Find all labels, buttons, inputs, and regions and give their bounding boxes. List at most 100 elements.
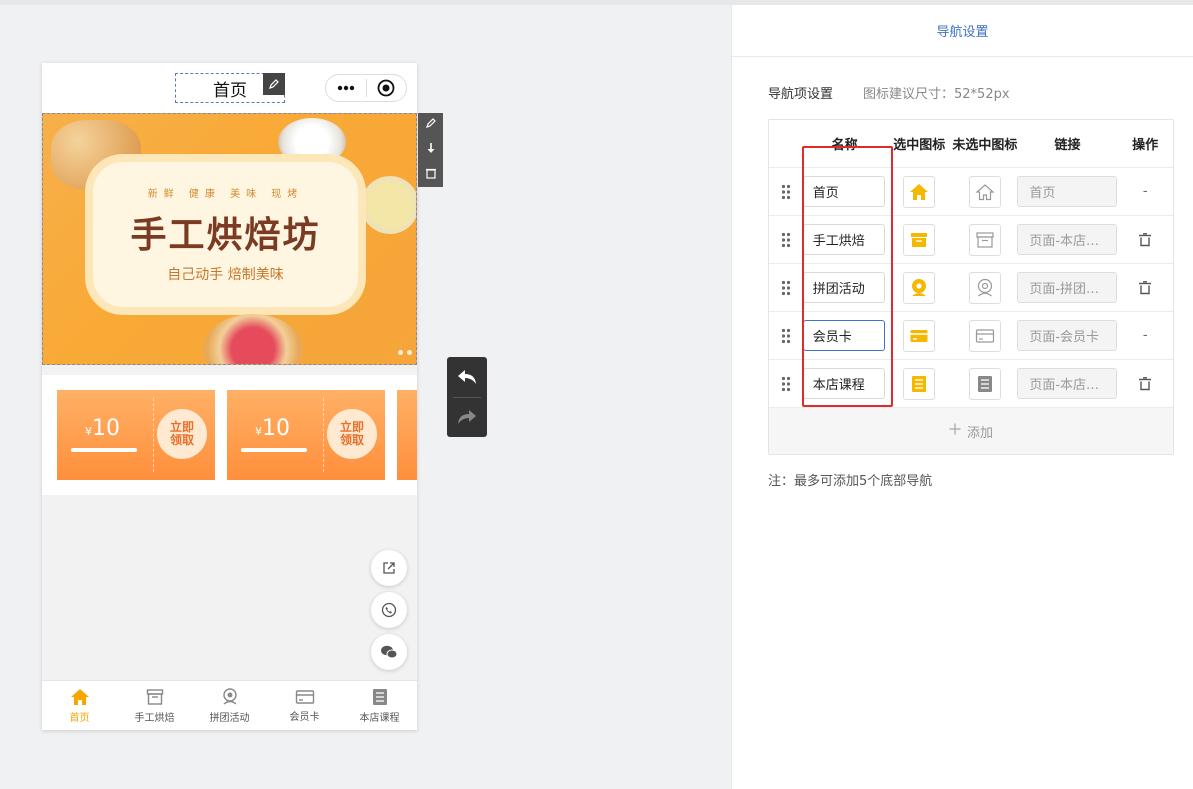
coupon-bar (241, 448, 307, 452)
banner-subtitle: 新鲜 健康 美味 现烤 (147, 189, 304, 200)
phone-call-icon[interactable] (371, 592, 407, 628)
link-input[interactable]: 页面-本店… (1017, 368, 1118, 399)
link-input[interactable]: 页面-拼团… (1017, 272, 1118, 303)
move-down-icon[interactable] (426, 142, 436, 158)
nav-items-table: 名称 选中图标 未选中图标 链接 操作 首页 首页 - 手工烘焙 页面-本店… (768, 119, 1174, 455)
coupon-amount: ¥10 (85, 416, 120, 441)
coupon-bar (71, 448, 137, 452)
selected-box-icon[interactable] (903, 223, 936, 256)
col-link: 链接 (1054, 138, 1081, 153)
drag-handle-icon[interactable] (769, 328, 803, 344)
coupon-card[interactable]: ¥10 立即领取 (227, 390, 385, 480)
home-icon (70, 688, 89, 705)
table-row: 本店课程 页面-本店… (769, 360, 1173, 408)
col-unselected-icon: 未选中图标 (952, 138, 1018, 153)
section-label: 导航项设置 (768, 87, 834, 102)
claim-coupon-button[interactable]: 立即领取 (157, 409, 207, 459)
tab-label: 会员卡 (289, 711, 320, 723)
coupon-card-partial[interactable] (397, 390, 417, 480)
drag-handle-icon[interactable] (769, 232, 803, 248)
coupon-separator (323, 398, 324, 472)
action-none: - (1142, 184, 1148, 199)
unselected-box-icon[interactable] (968, 223, 1001, 256)
settings-panel: 导航设置 导航项设置 图标建议尺寸：52*52px 名称 选中图标 未选中图标 … (731, 5, 1193, 789)
strawberry-tart-image (203, 314, 303, 364)
tab-label: 首页 (69, 712, 90, 724)
tab-label: 本店课程 (359, 712, 400, 724)
tab-label: 拼团活动 (209, 712, 250, 724)
phone-preview: 首页 新鲜 健康 美味 现烤 手工烘焙坊 自己动手 焙制美味 ¥10 立即领取 … (42, 63, 417, 730)
max-items-note: 注：最多可添加5个底部导航 (768, 474, 933, 489)
unselected-home-icon[interactable] (968, 175, 1001, 208)
icon-size-hint: 图标建议尺寸：52*52px (863, 87, 1010, 102)
col-action: 操作 (1132, 138, 1159, 153)
tab-member-card[interactable]: 会员卡 (267, 681, 342, 730)
claim-coupon-button[interactable]: 立即领取 (327, 409, 377, 459)
plus-icon (949, 423, 961, 439)
link-input[interactable]: 首页 (1017, 176, 1118, 207)
tab-group-buy[interactable]: 拼团活动 (192, 681, 267, 730)
tab-courses[interactable]: 本店课程 (342, 681, 417, 730)
unselected-group-icon[interactable] (968, 271, 1001, 304)
nav-name-input[interactable]: 拼团活动 (802, 272, 885, 303)
component-toolbar (418, 113, 443, 187)
delete-trash-icon[interactable] (425, 167, 437, 183)
banner-card: 新鲜 健康 美味 现烤 手工烘焙坊 自己动手 焙制美味 (93, 162, 358, 307)
phone-header: 首页 (42, 63, 417, 113)
unselected-list-icon[interactable] (968, 367, 1001, 400)
delete-trash-icon[interactable] (1117, 232, 1173, 247)
coupon-card[interactable]: ¥10 立即领取 (57, 390, 215, 480)
banner-image[interactable]: 新鲜 健康 美味 现烤 手工烘焙坊 自己动手 焙制美味 (42, 113, 417, 365)
undo-icon[interactable] (447, 357, 487, 397)
add-label: 添加 (966, 425, 993, 441)
bottom-tabbar: 首页 手工烘焙 拼团活动 会员卡 本店课程 (42, 680, 417, 730)
tab-label: 手工烘焙 (134, 712, 175, 724)
selected-group-icon[interactable] (903, 271, 936, 304)
nav-name-input[interactable]: 首页 (802, 176, 885, 207)
drag-handle-icon[interactable] (769, 376, 803, 392)
unselected-card-icon[interactable] (968, 319, 1001, 352)
coupon-section: ¥10 立即领取 ¥10 立即领取 (42, 375, 417, 495)
delete-trash-icon[interactable] (1117, 376, 1173, 391)
share-icon[interactable] (371, 550, 407, 586)
edit-title-pencil-icon[interactable] (263, 73, 285, 95)
link-input[interactable]: 页面-会员卡 (1017, 320, 1118, 351)
selected-home-icon[interactable] (903, 175, 936, 208)
redo-icon[interactable] (447, 398, 487, 438)
coupon-separator (153, 398, 154, 472)
drag-handle-icon[interactable] (769, 280, 803, 296)
list-icon (372, 688, 387, 705)
delete-trash-icon[interactable] (1117, 280, 1173, 295)
selected-list-icon[interactable] (903, 367, 936, 400)
table-row: 手工烘焙 页面-本店… (769, 216, 1173, 264)
panel-header[interactable]: 导航设置 (732, 5, 1193, 57)
wechat-icon[interactable] (371, 634, 407, 670)
more-dots-icon[interactable] (326, 75, 366, 101)
tab-home[interactable]: 首页 (42, 681, 117, 730)
carousel-dots (398, 350, 412, 355)
table-row: 首页 首页 - (769, 168, 1173, 216)
col-selected-icon: 选中图标 (893, 138, 946, 153)
banner-slogan: 自己动手 焙制美味 (167, 267, 284, 283)
flour-bowl-image (278, 118, 346, 166)
group-icon (222, 687, 237, 705)
drag-handle-icon[interactable] (769, 184, 803, 200)
selected-card-icon[interactable] (903, 319, 936, 352)
add-nav-item-button[interactable]: 添加 (769, 408, 1173, 454)
table-row: 会员卡 页面-会员卡 - (769, 312, 1173, 360)
card-icon (295, 689, 314, 704)
mini-program-capsule (325, 74, 407, 102)
edit-pencil-icon[interactable] (425, 117, 437, 133)
close-target-icon[interactable] (367, 75, 407, 101)
undo-redo-panel (447, 357, 487, 437)
table-row: 拼团活动 页面-拼团… (769, 264, 1173, 312)
nav-name-input[interactable]: 会员卡 (802, 320, 885, 351)
tab-baking[interactable]: 手工烘焙 (117, 681, 192, 730)
link-input[interactable]: 页面-本店… (1017, 224, 1118, 255)
nav-name-input[interactable]: 本店课程 (802, 368, 885, 399)
nav-name-input[interactable]: 手工烘焙 (802, 224, 885, 255)
banner-title: 手工烘焙坊 (130, 215, 321, 256)
box-icon (146, 688, 163, 705)
coupon-amount: ¥10 (255, 416, 290, 441)
cream-bowl-image (361, 176, 416, 234)
